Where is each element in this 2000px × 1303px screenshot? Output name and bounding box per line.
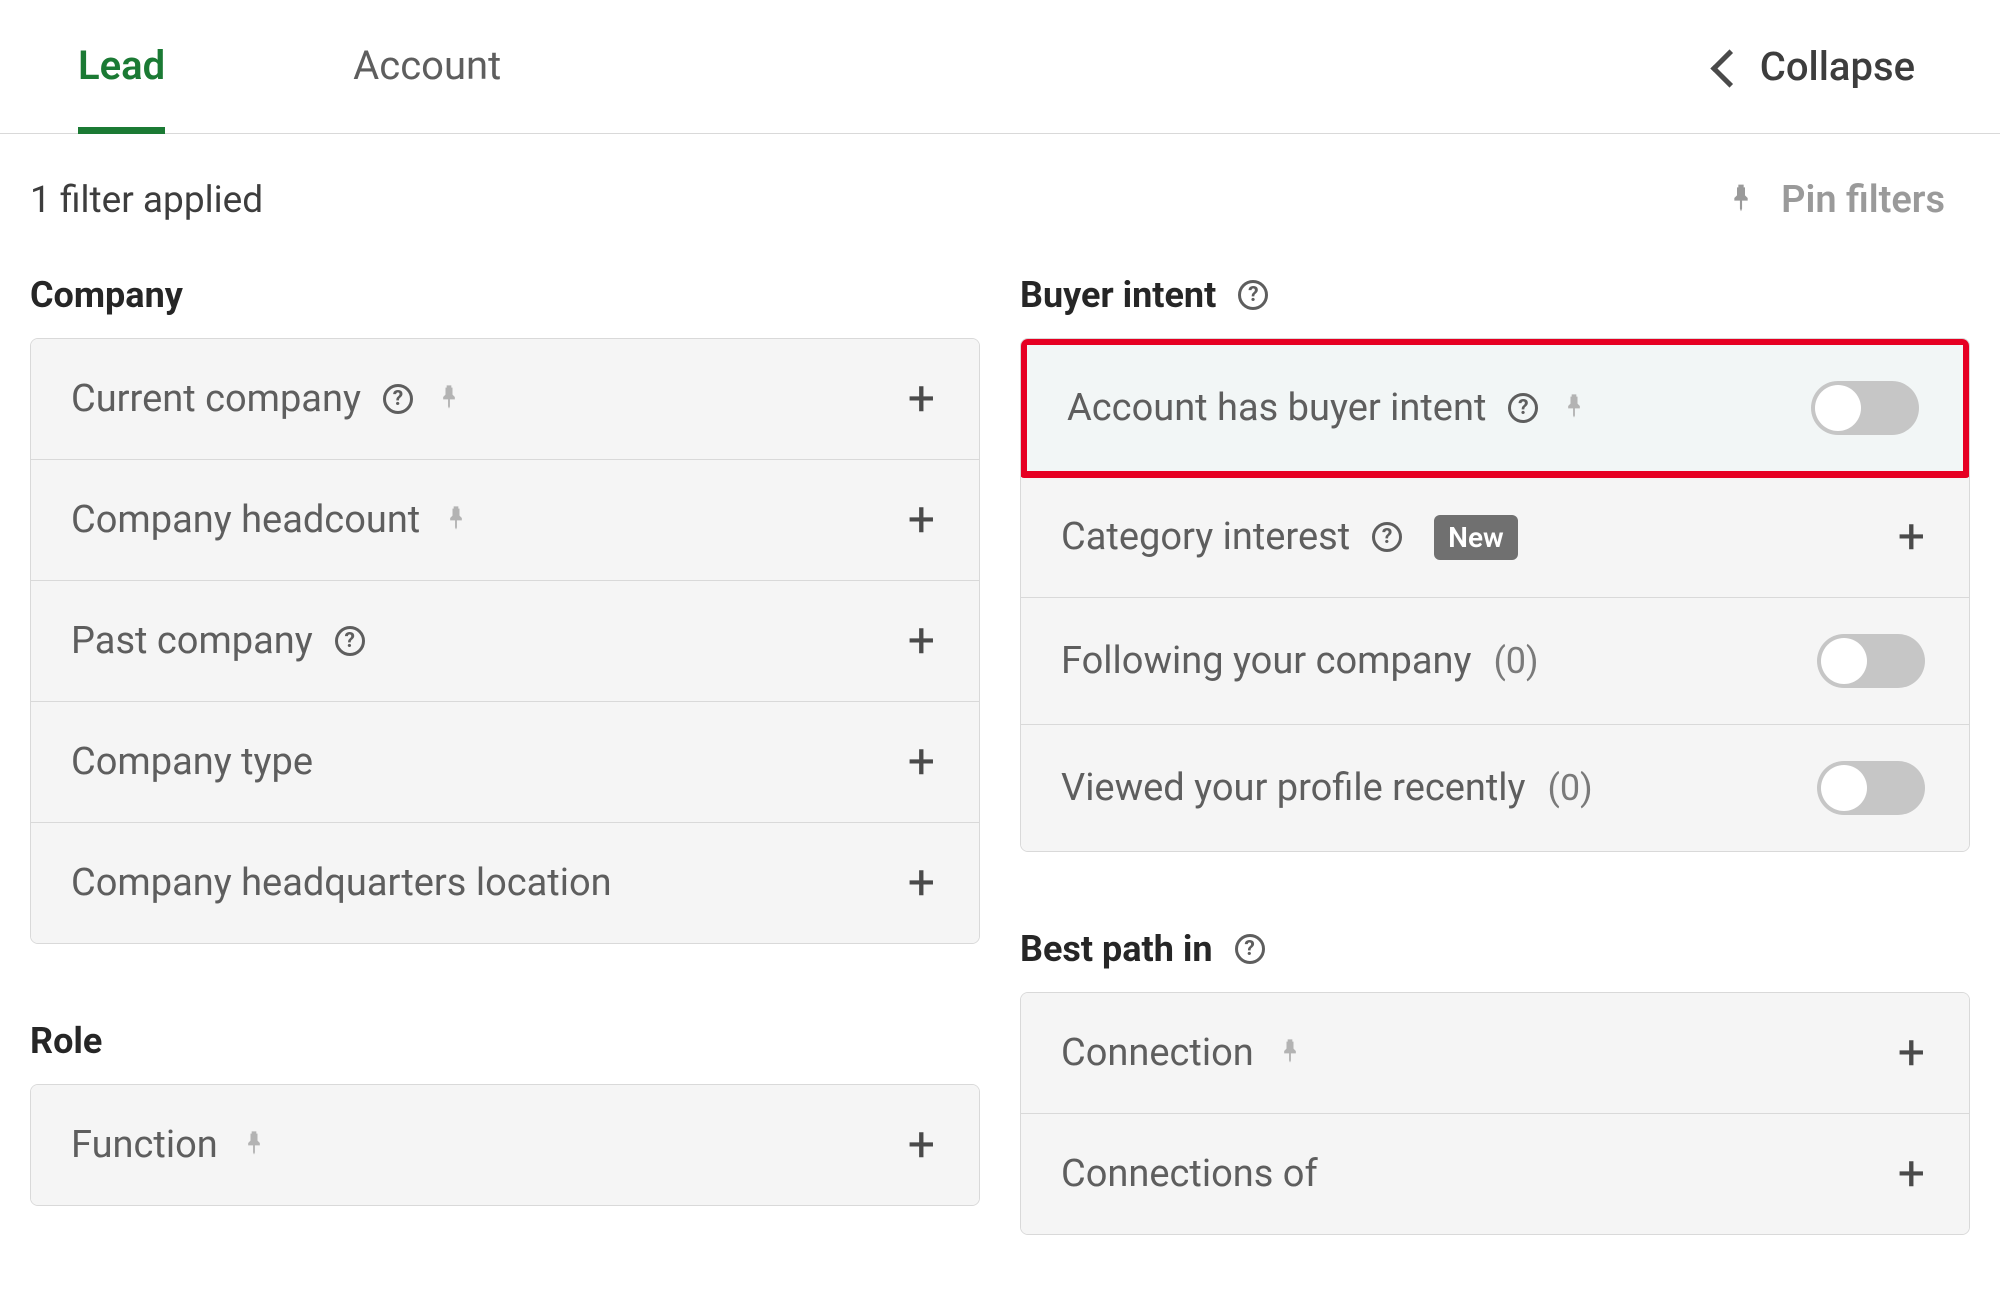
toggle-knob <box>1821 765 1867 811</box>
plus-icon: + <box>908 617 935 665</box>
help-icon[interactable]: ? <box>335 626 365 656</box>
filter-columns: Company Current company ? + Company head… <box>0 254 2000 1275</box>
left-column: Company Current company ? + Company head… <box>30 274 980 1275</box>
toggle-following-your-company[interactable] <box>1817 634 1925 688</box>
filter-connection[interactable]: Connection + <box>1021 993 1969 1114</box>
filter-row-left: Viewed your profile recently (0) <box>1061 766 1593 810</box>
filter-following-your-company[interactable]: Following your company (0) <box>1021 598 1969 725</box>
filter-row-left: Past company ? <box>71 619 365 663</box>
tabs-container: Lead Account <box>0 0 589 133</box>
filter-label: Company type <box>71 740 313 784</box>
section-title-buyer-intent: Buyer intent ? <box>1020 274 1970 316</box>
pin-icon[interactable] <box>1560 392 1588 424</box>
section-title-label: Company <box>30 274 183 316</box>
collapse-label: Collapse <box>1760 43 1915 90</box>
help-icon[interactable]: ? <box>383 384 413 414</box>
filter-label: Following your company <box>1061 639 1471 683</box>
filter-past-company[interactable]: Past company ? + <box>31 581 979 702</box>
filter-company-hq-location[interactable]: Company headquarters location + <box>31 823 979 943</box>
pin-filters-button[interactable]: Pin filters <box>1725 178 1945 222</box>
pin-filters-label: Pin filters <box>1781 178 1945 222</box>
plus-icon: + <box>1898 1150 1925 1198</box>
filter-group-buyer-intent: Account has buyer intent ? Category inte… <box>1020 338 1970 852</box>
filter-connections-of[interactable]: Connections of + <box>1021 1114 1969 1234</box>
filter-account-has-buyer-intent[interactable]: Account has buyer intent ? <box>1020 338 1970 478</box>
filter-label: Function <box>71 1123 218 1167</box>
plus-icon: + <box>908 859 935 907</box>
pin-icon[interactable] <box>1276 1037 1304 1069</box>
filter-row-left: Current company ? <box>71 377 463 421</box>
filter-label: Viewed your profile recently <box>1061 766 1526 810</box>
section-title-label: Best path in <box>1020 928 1213 970</box>
filter-row-left: Category interest ? New <box>1061 515 1518 560</box>
filter-label: Category interest <box>1061 515 1350 559</box>
plus-icon: + <box>1898 513 1925 561</box>
filter-group-company: Current company ? + Company headcount + <box>30 338 980 944</box>
filter-count-inline: (0) <box>1548 767 1593 809</box>
plus-icon: + <box>908 496 935 544</box>
pin-icon[interactable] <box>442 504 470 536</box>
filter-row-left: Following your company (0) <box>1061 639 1539 683</box>
filter-row-left: Company headcount <box>71 498 470 542</box>
filter-row-left: Company headquarters location <box>71 861 612 905</box>
new-badge: New <box>1434 515 1518 560</box>
chevron-left-icon <box>1712 49 1734 85</box>
filter-label: Current company <box>71 377 361 421</box>
section-title-company: Company <box>30 274 980 316</box>
section-title-role: Role <box>30 1020 980 1062</box>
tab-account[interactable]: Account <box>265 0 589 133</box>
toggle-knob <box>1821 638 1867 684</box>
filter-function[interactable]: Function + <box>31 1085 979 1205</box>
filter-label: Account has buyer intent <box>1067 386 1486 430</box>
filter-row-left: Account has buyer intent ? <box>1067 386 1588 430</box>
filter-label: Connections of <box>1061 1152 1318 1196</box>
filter-group-role: Function + <box>30 1084 980 1206</box>
toggle-knob <box>1815 385 1861 431</box>
plus-icon: + <box>908 738 935 786</box>
section-title-label: Role <box>30 1020 102 1062</box>
help-icon[interactable]: ? <box>1508 393 1538 423</box>
filter-label: Past company <box>71 619 313 663</box>
filter-header: 1 filter applied Pin filters <box>0 134 2000 254</box>
plus-icon: + <box>1898 1029 1925 1077</box>
filter-group-best-path-in: Connection + Connections of + <box>1020 992 1970 1235</box>
filter-label: Company headcount <box>71 498 420 542</box>
help-icon[interactable]: ? <box>1238 280 1268 310</box>
filter-viewed-profile-recently[interactable]: Viewed your profile recently (0) <box>1021 725 1969 851</box>
collapse-button[interactable]: Collapse <box>1712 43 1970 90</box>
plus-icon: + <box>908 375 935 423</box>
filter-current-company[interactable]: Current company ? + <box>31 339 979 460</box>
filter-label: Connection <box>1061 1031 1254 1075</box>
filter-company-headcount[interactable]: Company headcount + <box>31 460 979 581</box>
filter-applied-count: 1 filter applied <box>30 179 263 222</box>
pin-icon[interactable] <box>435 383 463 415</box>
filter-row-left: Company type <box>71 740 313 784</box>
tab-lead[interactable]: Lead <box>78 0 165 134</box>
pin-icon <box>1725 182 1757 218</box>
right-column: Buyer intent ? Account has buyer intent … <box>1020 274 1970 1275</box>
help-icon[interactable]: ? <box>1235 934 1265 964</box>
filter-count-inline: (0) <box>1493 640 1538 682</box>
pin-icon[interactable] <box>240 1129 268 1161</box>
toggle-account-has-buyer-intent[interactable] <box>1811 381 1919 435</box>
section-title-best-path-in: Best path in ? <box>1020 928 1970 970</box>
filter-category-interest[interactable]: Category interest ? New + <box>1021 477 1969 598</box>
filter-row-left: Connection <box>1061 1031 1304 1075</box>
help-icon[interactable]: ? <box>1372 522 1402 552</box>
filter-label: Company headquarters location <box>71 861 612 905</box>
plus-icon: + <box>908 1121 935 1169</box>
filter-company-type[interactable]: Company type + <box>31 702 979 823</box>
section-title-label: Buyer intent <box>1020 274 1216 316</box>
filter-row-left: Connections of <box>1061 1152 1318 1196</box>
toggle-viewed-profile-recently[interactable] <box>1817 761 1925 815</box>
filter-row-left: Function <box>71 1123 268 1167</box>
tab-bar: Lead Account Collapse <box>0 0 2000 134</box>
